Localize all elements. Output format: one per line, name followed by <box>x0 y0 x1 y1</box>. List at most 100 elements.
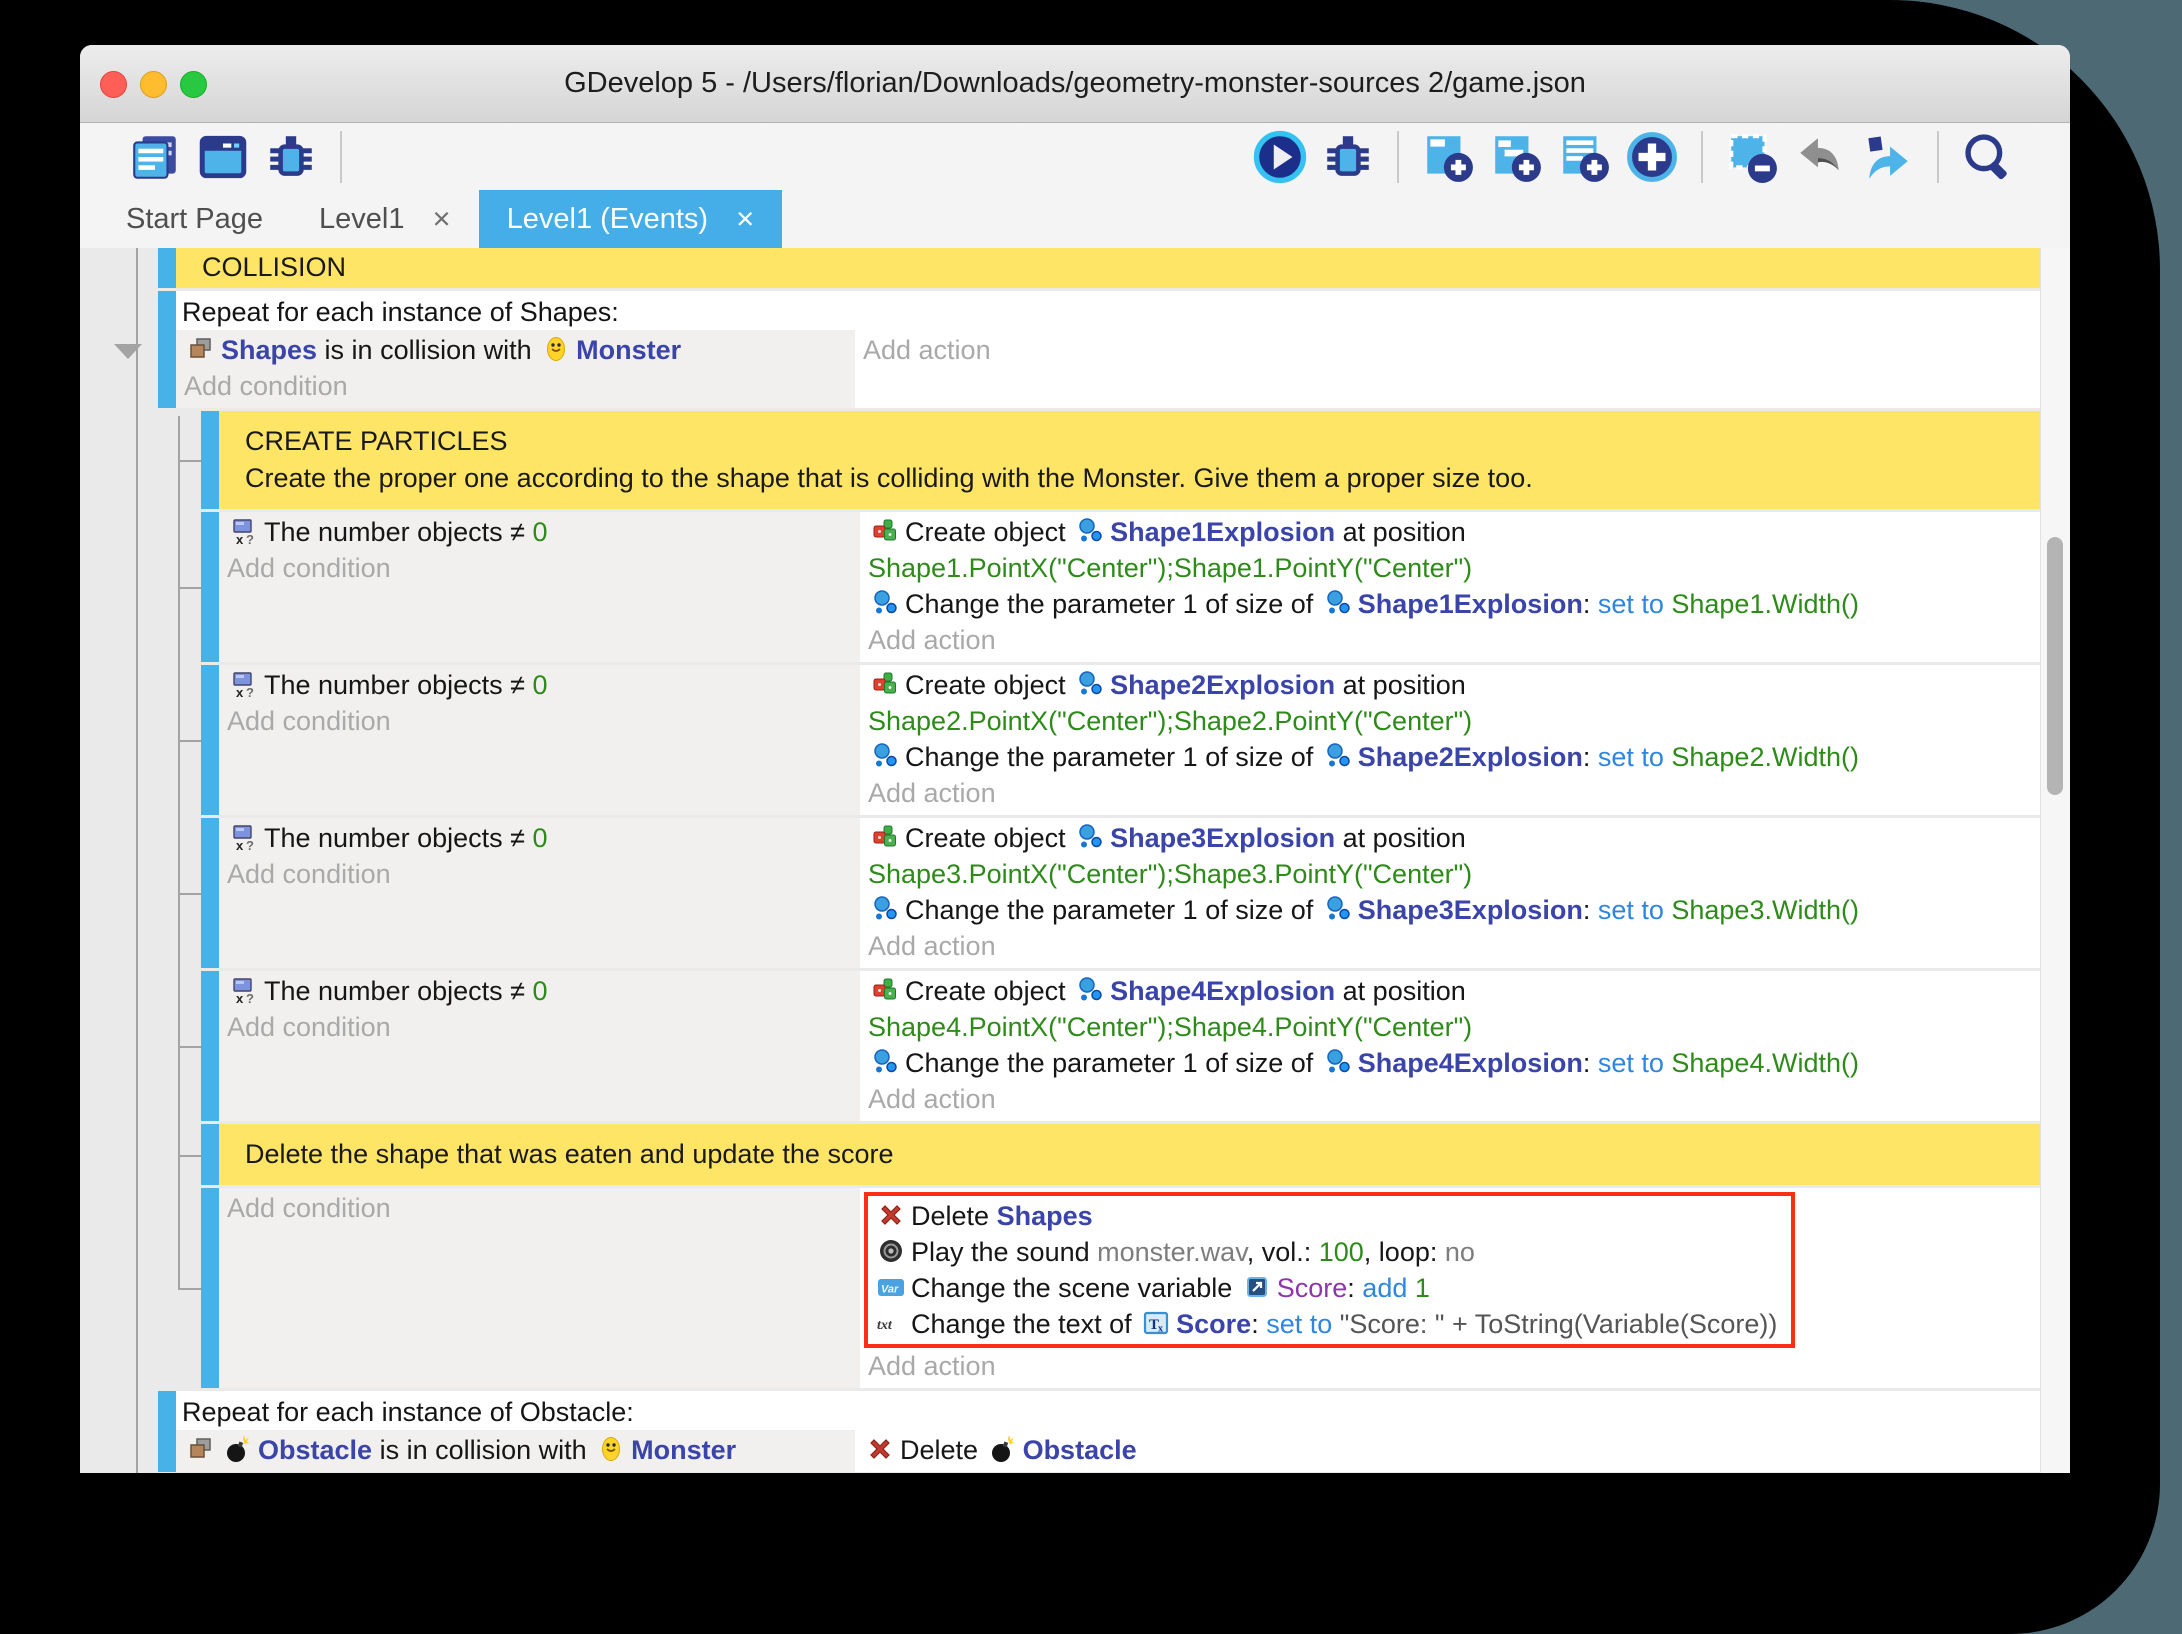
project-manager-icon[interactable] <box>128 130 182 184</box>
tree-line <box>178 416 180 1288</box>
actions-cell[interactable]: Create object Shape2Explosion at positio… <box>860 665 2040 815</box>
condition[interactable]: Shapes is in collision with Monster <box>184 332 855 368</box>
events-sheet: COLLISIONRepeat for each instance of Sha… <box>80 248 2070 1473</box>
window-controls <box>100 71 207 98</box>
play-icon[interactable] <box>1253 130 1307 184</box>
condition[interactable]: x?The number objects ≠ 0 <box>227 667 860 703</box>
actions-cell[interactable]: Delete Obstacle <box>855 1430 2040 1472</box>
add-circle-icon[interactable] <box>1625 130 1679 184</box>
action[interactable]: Delete Obstacle <box>863 1432 2040 1468</box>
add-condition-button[interactable]: Add condition <box>184 368 855 404</box>
text-plain: Change the scene variable <box>911 1273 1240 1303</box>
action[interactable]: Create object Shape3Explosion at positio… <box>868 820 2040 892</box>
undo-icon[interactable] <box>1793 130 1847 184</box>
conditions-cell[interactable]: x?The number objects ≠ 0Add condition <box>219 512 860 662</box>
tree-line <box>178 1046 201 1048</box>
condition[interactable]: x?The number objects ≠ 0 <box>227 973 860 1009</box>
add-condition-button[interactable]: Add condition <box>227 856 860 892</box>
toolbar-separator <box>1397 131 1399 183</box>
scene-editor-icon[interactable] <box>196 130 250 184</box>
conditions-cell[interactable]: Obstacle is in collision with Monster <box>176 1430 855 1472</box>
conditions-cell[interactable]: Add condition <box>219 1188 860 1388</box>
text-muted: monster.wav <box>1097 1237 1247 1267</box>
collision-icon <box>186 1434 216 1464</box>
action[interactable]: Change the parameter 1 of size of Shape1… <box>868 586 2040 622</box>
create-object-icon <box>870 516 900 546</box>
event-cells: x?The number objects ≠ 0Add conditionCre… <box>219 818 2040 968</box>
conditions-cell[interactable]: Shapes is in collision with MonsterAdd c… <box>176 330 855 408</box>
zoom-button[interactable] <box>180 71 207 98</box>
svg-text:x: x <box>236 838 244 852</box>
add-action-button[interactable]: Add action <box>868 1348 2040 1384</box>
text-expr: Shape3.Width() <box>1664 895 1859 925</box>
minimize-button[interactable] <box>140 71 167 98</box>
tab-close-icon[interactable]: × <box>433 201 451 237</box>
actions-cell[interactable]: Create object Shape1Explosion at positio… <box>860 512 2040 662</box>
add-condition-button[interactable]: Add condition <box>227 1009 860 1045</box>
text-expr: Shape1.PointX("Center");Shape1.PointY("C… <box>868 553 1472 583</box>
text-obj: Score <box>1176 1309 1251 1339</box>
debug-icon[interactable] <box>264 130 318 184</box>
tab-start-page[interactable]: Start Page <box>98 190 291 248</box>
particle-icon <box>870 894 900 924</box>
add-comment-icon[interactable] <box>1557 130 1611 184</box>
add-condition-button[interactable]: Add condition <box>227 703 860 739</box>
add-condition-button[interactable]: Add condition <box>227 550 860 586</box>
tab-level1-events[interactable]: Level1 (Events)× <box>479 190 783 248</box>
add-action-button[interactable]: Add action <box>868 775 2040 811</box>
action[interactable]: Play the sound monster.wav, vol.: 100, l… <box>874 1234 1777 1270</box>
close-button[interactable] <box>100 71 127 98</box>
scrollbar-track[interactable] <box>2040 248 2070 1473</box>
add-event-icon[interactable] <box>1421 130 1475 184</box>
text-plain: : <box>1583 742 1598 772</box>
tab-level1[interactable]: Level1× <box>291 190 479 248</box>
action[interactable]: Create object Shape1Explosion at positio… <box>868 514 2040 586</box>
scrollbar-thumb[interactable] <box>2047 537 2063 795</box>
event-cells: x?The number objects ≠ 0Add conditionCre… <box>219 512 2040 662</box>
condition[interactable]: Obstacle is in collision with Monster <box>184 1432 855 1468</box>
tab-close-icon[interactable]: × <box>736 201 754 237</box>
conditions-cell[interactable]: x?The number objects ≠ 0Add condition <box>219 818 860 968</box>
delete-selection-icon[interactable] <box>1725 130 1779 184</box>
action[interactable]: Change the parameter 1 of size of Shape3… <box>868 892 2040 928</box>
actions-cell[interactable]: Create object Shape4Explosion at positio… <box>860 971 2040 1121</box>
event-cells: Add conditionDelete ShapesPlay the sound… <box>219 1188 2040 1388</box>
comment-body[interactable]: Delete the shape that was eaten and upda… <box>219 1124 2040 1185</box>
text-expr: Shape2.Width() <box>1664 742 1859 772</box>
action[interactable]: Change the parameter 1 of size of Shape2… <box>868 739 2040 775</box>
actions-cell[interactable]: Delete ShapesPlay the sound monster.wav,… <box>860 1188 2040 1388</box>
text-expr: Shape2.PointX("Center");Shape2.PointY("C… <box>868 706 1472 736</box>
add-subevent-icon[interactable] <box>1489 130 1543 184</box>
actions-cell[interactable]: Create object Shape3Explosion at positio… <box>860 818 2040 968</box>
conditions-cell[interactable]: x?The number objects ≠ 0Add condition <box>219 971 860 1121</box>
add-action-button[interactable]: Add action <box>868 1081 2040 1117</box>
monster-icon <box>596 1434 626 1464</box>
actions-cell[interactable]: Add action <box>855 330 2040 408</box>
particle-icon <box>1075 669 1105 699</box>
action[interactable]: Delete Shapes <box>874 1198 1777 1234</box>
action[interactable]: txtChange the text of TxScore: set to "S… <box>874 1306 1777 1342</box>
redo-icon[interactable] <box>1861 130 1915 184</box>
search-icon[interactable] <box>1961 130 2015 184</box>
condition[interactable]: x?The number objects ≠ 0 <box>227 514 860 550</box>
conditions-cell[interactable]: x?The number objects ≠ 0Add condition <box>219 665 860 815</box>
event-cells: Shapes is in collision with MonsterAdd c… <box>176 330 2040 408</box>
svg-text:?: ? <box>246 991 254 1005</box>
action[interactable]: Change the parameter 1 of size of Shape4… <box>868 1045 2040 1081</box>
add-condition-button[interactable]: Add condition <box>227 1190 860 1226</box>
comment-body[interactable]: COLLISION <box>176 248 2040 288</box>
debug-icon[interactable] <box>1321 130 1375 184</box>
comment-body[interactable]: CREATE PARTICLESCreate the proper one ac… <box>219 411 2040 509</box>
action[interactable]: Create object Shape4Explosion at positio… <box>868 973 2040 1045</box>
text-plain: Create object <box>905 517 1073 547</box>
collapse-arrow-icon[interactable] <box>114 344 142 359</box>
add-action-button[interactable]: Add action <box>868 622 2040 658</box>
text-plain: Change the parameter 1 of size of <box>905 1048 1321 1078</box>
text-plain: Change the text of <box>911 1309 1139 1339</box>
action[interactable]: VarChange the scene variable Score: add … <box>874 1270 1777 1306</box>
add-action-button[interactable]: Add action <box>868 928 2040 964</box>
action[interactable]: Create object Shape2Explosion at positio… <box>868 667 2040 739</box>
condition[interactable]: x?The number objects ≠ 0 <box>227 820 860 856</box>
text-plain: The number objects ≠ <box>264 517 532 547</box>
add-action-button[interactable]: Add action <box>863 332 2040 368</box>
